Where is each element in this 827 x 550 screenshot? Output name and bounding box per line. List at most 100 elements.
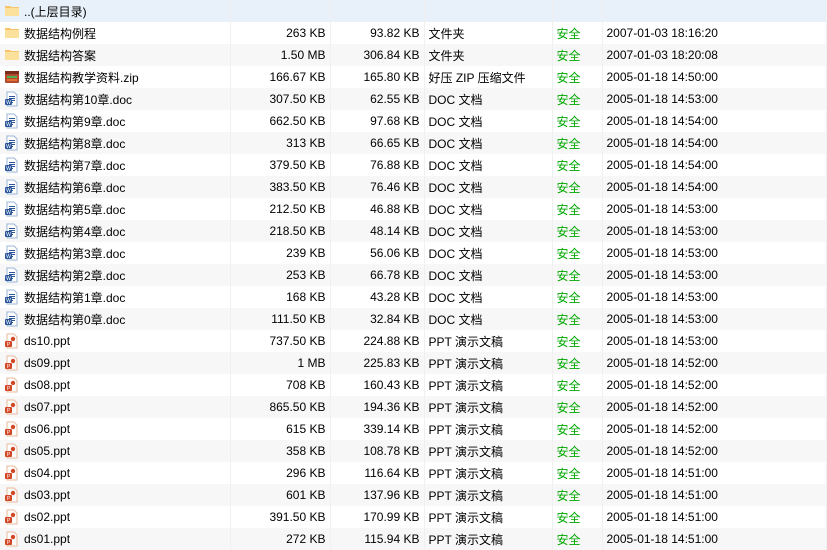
file-compressed-size: 194.36 KB bbox=[330, 396, 424, 418]
file-date: 2005-01-18 14:54:00 bbox=[602, 154, 827, 176]
file-row[interactable]: Pds04.ppt296 KB116.64 KBPPT 演示文稿安全2005-0… bbox=[0, 462, 827, 484]
file-size: 253 KB bbox=[230, 264, 330, 286]
ppt-icon: P bbox=[4, 399, 20, 415]
doc-icon: W bbox=[4, 201, 20, 217]
file-size: 1.50 MB bbox=[230, 44, 330, 66]
file-status: 安全 bbox=[552, 528, 602, 550]
file-size: 111.50 KB bbox=[230, 308, 330, 330]
file-date: 2005-01-18 14:52:00 bbox=[602, 396, 827, 418]
svg-text:W: W bbox=[6, 166, 11, 172]
file-status: 安全 bbox=[552, 418, 602, 440]
file-compressed-size: 170.99 KB bbox=[330, 506, 424, 528]
file-row[interactable]: Pds06.ppt615 KB339.14 KBPPT 演示文稿安全2005-0… bbox=[0, 418, 827, 440]
file-compressed-size: 62.55 KB bbox=[330, 88, 424, 110]
file-size: 601 KB bbox=[230, 484, 330, 506]
doc-icon: W bbox=[4, 135, 20, 151]
file-row[interactable]: W数据结构第0章.doc111.50 KB32.84 KBDOC 文档安全200… bbox=[0, 308, 827, 330]
file-row[interactable]: W数据结构第1章.doc168 KB43.28 KBDOC 文档安全2005-0… bbox=[0, 286, 827, 308]
svg-text:W: W bbox=[6, 188, 11, 194]
file-size: 263 KB bbox=[230, 22, 330, 44]
file-date: 2005-01-18 14:51:00 bbox=[602, 528, 827, 550]
svg-text:W: W bbox=[6, 232, 11, 238]
file-row[interactable]: Pds02.ppt391.50 KB170.99 KBPPT 演示文稿安全200… bbox=[0, 506, 827, 528]
file-compressed-size: 137.96 KB bbox=[330, 484, 424, 506]
file-size: 212.50 KB bbox=[230, 198, 330, 220]
file-row[interactable]: W数据结构第4章.doc218.50 KB48.14 KBDOC 文档安全200… bbox=[0, 220, 827, 242]
file-status: 安全 bbox=[552, 132, 602, 154]
file-row[interactable]: Pds08.ppt708 KB160.43 KBPPT 演示文稿安全2005-0… bbox=[0, 374, 827, 396]
file-size: 708 KB bbox=[230, 374, 330, 396]
file-row[interactable]: 数据结构答案1.50 MB306.84 KB文件夹安全2007-01-03 18… bbox=[0, 44, 827, 66]
file-status: 安全 bbox=[552, 220, 602, 242]
file-row[interactable]: Pds07.ppt865.50 KB194.36 KBPPT 演示文稿安全200… bbox=[0, 396, 827, 418]
svg-text:W: W bbox=[6, 100, 11, 106]
file-row[interactable]: W数据结构第9章.doc662.50 KB97.68 KBDOC 文档安全200… bbox=[0, 110, 827, 132]
file-date: 2005-01-18 14:53:00 bbox=[602, 308, 827, 330]
file-name: ds04.ppt bbox=[24, 466, 70, 480]
file-row[interactable]: Pds10.ppt737.50 KB224.88 KBPPT 演示文稿安全200… bbox=[0, 330, 827, 352]
svg-text:W: W bbox=[6, 276, 11, 282]
file-row[interactable]: 数据结构教学资料.zip166.67 KB165.80 KB好压 ZIP 压缩文… bbox=[0, 66, 827, 88]
file-type: DOC 文档 bbox=[424, 242, 552, 264]
file-type: DOC 文档 bbox=[424, 286, 552, 308]
file-date: 2005-01-18 14:53:00 bbox=[602, 242, 827, 264]
folder-icon bbox=[4, 25, 20, 41]
ppt-icon: P bbox=[4, 355, 20, 371]
file-compressed-size: 48.14 KB bbox=[330, 220, 424, 242]
file-size: 615 KB bbox=[230, 418, 330, 440]
file-size: 239 KB bbox=[230, 242, 330, 264]
file-type: PPT 演示文稿 bbox=[424, 484, 552, 506]
file-status: 安全 bbox=[552, 352, 602, 374]
file-size: 358 KB bbox=[230, 440, 330, 462]
file-date: 2005-01-18 14:53:00 bbox=[602, 220, 827, 242]
file-row[interactable]: Pds01.ppt272 KB115.94 KBPPT 演示文稿安全2005-0… bbox=[0, 528, 827, 550]
file-type: DOC 文档 bbox=[424, 198, 552, 220]
file-row[interactable]: W数据结构第7章.doc379.50 KB76.88 KBDOC 文档安全200… bbox=[0, 154, 827, 176]
file-row[interactable]: W数据结构第5章.doc212.50 KB46.88 KBDOC 文档安全200… bbox=[0, 198, 827, 220]
file-row[interactable]: Pds09.ppt1 MB225.83 KBPPT 演示文稿安全2005-01-… bbox=[0, 352, 827, 374]
file-name: ds06.ppt bbox=[24, 422, 70, 436]
zip-icon bbox=[4, 69, 20, 85]
file-row[interactable]: W数据结构第6章.doc383.50 KB76.46 KBDOC 文档安全200… bbox=[0, 176, 827, 198]
file-status: 安全 bbox=[552, 110, 602, 132]
file-type: PPT 演示文稿 bbox=[424, 528, 552, 550]
file-row[interactable]: Pds05.ppt358 KB108.78 KBPPT 演示文稿安全2005-0… bbox=[0, 440, 827, 462]
file-row[interactable]: W数据结构第10章.doc307.50 KB62.55 KBDOC 文档安全20… bbox=[0, 88, 827, 110]
file-type: PPT 演示文稿 bbox=[424, 396, 552, 418]
file-compressed-size: 115.94 KB bbox=[330, 528, 424, 550]
file-name: ds03.ppt bbox=[24, 488, 70, 502]
file-name: ds07.ppt bbox=[24, 400, 70, 414]
ppt-icon: P bbox=[4, 465, 20, 481]
file-row[interactable]: W数据结构第2章.doc253 KB66.78 KBDOC 文档安全2005-0… bbox=[0, 264, 827, 286]
file-size: 737.50 KB bbox=[230, 330, 330, 352]
file-type: PPT 演示文稿 bbox=[424, 374, 552, 396]
ppt-icon: P bbox=[4, 487, 20, 503]
file-name: 数据结构第4章.doc bbox=[24, 223, 125, 240]
file-status: 安全 bbox=[552, 22, 602, 44]
file-name: ds05.ppt bbox=[24, 444, 70, 458]
svg-text:W: W bbox=[6, 122, 11, 128]
file-row[interactable]: W数据结构第8章.doc313 KB66.65 KBDOC 文档安全2005-0… bbox=[0, 132, 827, 154]
file-list-table: ..(上层目录) 数据结构例程263 KB93.82 KB文件夹安全2007-0… bbox=[0, 0, 827, 550]
parent-dir-row[interactable]: ..(上层目录) bbox=[0, 0, 827, 22]
file-name: ds02.ppt bbox=[24, 510, 70, 524]
doc-icon: W bbox=[4, 113, 20, 129]
file-row[interactable]: W数据结构第3章.doc239 KB56.06 KBDOC 文档安全2005-0… bbox=[0, 242, 827, 264]
file-compressed-size: 306.84 KB bbox=[330, 44, 424, 66]
file-status: 安全 bbox=[552, 44, 602, 66]
file-size: 391.50 KB bbox=[230, 506, 330, 528]
file-date: 2005-01-18 14:53:00 bbox=[602, 88, 827, 110]
file-status: 安全 bbox=[552, 506, 602, 528]
file-status: 安全 bbox=[552, 264, 602, 286]
file-status: 安全 bbox=[552, 198, 602, 220]
file-compressed-size: 66.65 KB bbox=[330, 132, 424, 154]
file-name: ds01.ppt bbox=[24, 532, 70, 546]
ppt-icon: P bbox=[4, 509, 20, 525]
file-status: 安全 bbox=[552, 462, 602, 484]
file-row[interactable]: Pds03.ppt601 KB137.96 KBPPT 演示文稿安全2005-0… bbox=[0, 484, 827, 506]
file-row[interactable]: 数据结构例程263 KB93.82 KB文件夹安全2007-01-03 18:1… bbox=[0, 22, 827, 44]
file-compressed-size: 76.46 KB bbox=[330, 176, 424, 198]
file-compressed-size: 66.78 KB bbox=[330, 264, 424, 286]
file-type: PPT 演示文稿 bbox=[424, 462, 552, 484]
parent-dir-label: ..(上层目录) bbox=[24, 3, 87, 20]
